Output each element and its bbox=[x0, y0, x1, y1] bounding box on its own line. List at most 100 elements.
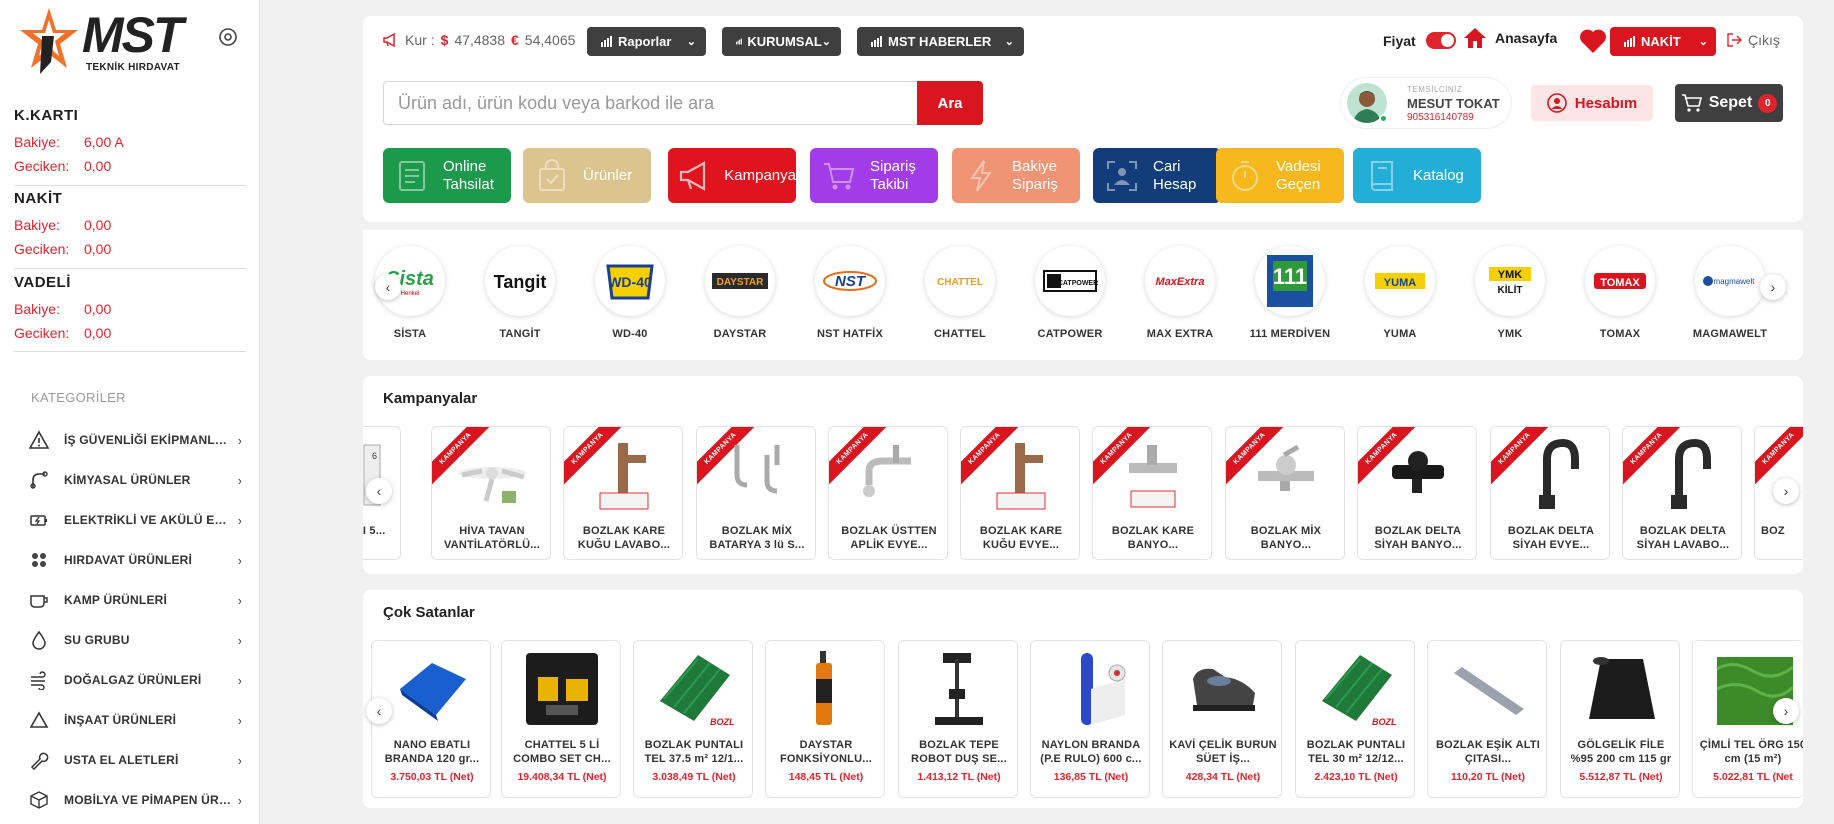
corporate-dropdown[interactable]: KURUMSAL ⌄ bbox=[722, 27, 841, 56]
product-card[interactable]: GÖLGELİK FİLE %95 200 cm 115 gr 5.512,87… bbox=[1560, 640, 1680, 798]
shopping-bag-icon bbox=[533, 157, 571, 195]
cart-count-badge: 0 bbox=[1758, 93, 1778, 113]
product-card[interactable]: KAMPANYA BOZLAK ÜSTTEN APLİK EVYE... bbox=[828, 426, 948, 560]
my-account-button[interactable]: Hesabım bbox=[1531, 85, 1653, 121]
product-name: DAYSTAR FONKSİYONLU... bbox=[779, 739, 873, 765]
bestsellers-prev-arrow[interactable]: ‹ bbox=[366, 698, 392, 724]
divider bbox=[14, 185, 246, 186]
chevron-right-icon: › bbox=[237, 752, 242, 768]
rep-phone: 905316140789 bbox=[1407, 112, 1474, 123]
category-item-is-guvenligi[interactable]: İŞ GÜVENLİĞİ EKİPMANLARI › bbox=[28, 425, 242, 455]
reports-dropdown[interactable]: Raporlar ⌄ bbox=[587, 27, 706, 56]
price-toggle[interactable]: Fiyat bbox=[1383, 32, 1456, 49]
brands-next-arrow[interactable]: › bbox=[1760, 274, 1786, 300]
product-card[interactable]: KAMPANYA BOZLAK DELTA SİYAH BANYO... bbox=[1357, 426, 1477, 560]
logout-link[interactable]: Çıkış bbox=[1726, 32, 1780, 48]
brand-item[interactable]: CATPOWER CATPOWER bbox=[1015, 246, 1125, 340]
brand-item[interactable]: WD-40 WD-40 bbox=[575, 246, 685, 340]
product-name: BOZLAK KARE KUĞU LAVABO... bbox=[577, 525, 671, 551]
overdue-label: Geciken: bbox=[14, 241, 70, 257]
product-card[interactable]: KAMPANYA BOZLAK KARE KUĞU LAVABO... bbox=[563, 426, 683, 560]
brand-logo: MaxExtra bbox=[1145, 246, 1215, 316]
brand-name: CATPOWER bbox=[1037, 328, 1103, 340]
product-card[interactable]: DAYSTAR FONKSİYONLU... 148,45 TL (Net) bbox=[765, 640, 885, 798]
product-card[interactable]: KAMPANYA BOZLAK DELTA SİYAH LAVABO... bbox=[1622, 426, 1742, 560]
category-item-usta-el-aletleri[interactable]: USTA EL ALETLERİ › bbox=[28, 745, 242, 775]
bestsellers-next-arrow[interactable]: › bbox=[1773, 698, 1799, 724]
product-card[interactable]: KAMPANYA BOZLAK MİX BANYO... bbox=[1225, 426, 1345, 560]
representative-card[interactable]: TEMSİLCİNİZ MESUT TOKAT 905316140789 bbox=[1341, 78, 1511, 128]
cart-button[interactable]: Sepet 0 bbox=[1675, 84, 1783, 122]
online-payment-button[interactable]: Online Tahsilat bbox=[383, 148, 511, 203]
catalog-button[interactable]: Katalog bbox=[1353, 148, 1481, 203]
product-image bbox=[849, 435, 929, 515]
campaign-button[interactable]: Kampanya bbox=[668, 148, 796, 203]
product-image bbox=[1581, 649, 1661, 729]
account-title: K.KARTI bbox=[14, 107, 79, 124]
product-card[interactable]: KAMPANYA HİVA TAVAN VANTİLATÖRLÜ... bbox=[431, 426, 551, 560]
brand-item[interactable]: CHATTEL CHATTEL bbox=[905, 246, 1015, 340]
overdue-value: 0,00 bbox=[84, 325, 112, 341]
chevron-down-icon: ⌄ bbox=[821, 36, 831, 48]
category-item-dogalgaz[interactable]: DOĞALGAZ ÜRÜNLERİ › bbox=[28, 665, 242, 695]
brand-logo: DAYSTAR bbox=[705, 246, 775, 316]
product-image bbox=[1378, 435, 1458, 515]
product-card[interactable]: KAVİ ÇELİK BURUN SÜET İŞ... 428,34 TL (N… bbox=[1162, 640, 1282, 798]
category-item-su-grubu[interactable]: SU GRUBU › bbox=[28, 625, 242, 655]
mst-logo[interactable]: MST TEKNİK HIRDAVAT bbox=[20, 6, 190, 76]
product-price: 5.512,87 TL (Net) bbox=[1579, 771, 1663, 783]
overdue-button[interactable]: Vadesi Geçen bbox=[1216, 148, 1344, 203]
kur-label: Kur : bbox=[405, 32, 435, 48]
brand-item[interactable]: YUMA YUMA bbox=[1345, 246, 1455, 340]
chevron-right-icon: › bbox=[237, 432, 242, 448]
brands-prev-arrow[interactable]: ‹ bbox=[375, 274, 401, 300]
brand-item[interactable]: Sista Henkel SİSTA bbox=[355, 246, 465, 340]
settings-circle-icon[interactable] bbox=[218, 27, 238, 47]
chevron-right-icon: › bbox=[237, 792, 242, 808]
product-card[interactable]: BOZLAK EŞİK ALTI ÇITASI... 110,20 TL (Ne… bbox=[1427, 640, 1547, 798]
search-input[interactable]: Ürün adı, ürün kodu veya barkod ile ara bbox=[383, 81, 918, 125]
order-tracking-button[interactable]: Sipariş Takibi bbox=[810, 148, 938, 203]
payment-type-dropdown[interactable]: NAKİT ⌄ bbox=[1610, 27, 1716, 56]
brand-name: TANGİT bbox=[499, 328, 541, 340]
category-item-kamp[interactable]: KAMP ÜRÜNLERİ › bbox=[28, 585, 242, 615]
products-button[interactable]: Ürünler bbox=[523, 148, 651, 203]
favorites-heart-icon[interactable] bbox=[1579, 28, 1607, 54]
brand-logo: YMK KİLİT bbox=[1475, 246, 1545, 316]
balance-order-button[interactable]: Bakiye Sipariş bbox=[952, 148, 1080, 203]
campaigns-prev-arrow[interactable]: ‹ bbox=[366, 478, 392, 504]
brand-item[interactable]: Tangit TANGİT bbox=[465, 246, 575, 340]
brand-item[interactable]: NST NST HATFİX bbox=[795, 246, 905, 340]
section-title: Çok Satanlar bbox=[383, 604, 475, 621]
brand-item[interactable]: TOMAX TOMAX bbox=[1565, 246, 1675, 340]
news-dropdown[interactable]: MST HABERLER ⌄ bbox=[857, 27, 1024, 56]
category-item-hirdavat[interactable]: HIRDAVAT ÜRÜNLERİ › bbox=[28, 545, 242, 575]
category-item-kimyasal[interactable]: KİMYASAL ÜRÜNLER › bbox=[28, 465, 242, 495]
brand-item[interactable]: MaxExtra MAX EXTRA bbox=[1125, 246, 1235, 340]
usd-rate: 47,4838 bbox=[454, 32, 505, 48]
brand-item[interactable]: 111 111 MERDİVEN bbox=[1235, 246, 1345, 340]
current-account-button[interactable]: Cari Hesap bbox=[1093, 148, 1221, 203]
dropdown-label: KURUMSAL bbox=[747, 34, 822, 49]
category-item-insaat[interactable]: İNŞAAT ÜRÜNLERİ › bbox=[28, 705, 242, 735]
product-card[interactable]: BOZLAK BOZLAK PUNTALI TEL 37.5 m² 12/1..… bbox=[633, 640, 753, 798]
product-card[interactable]: BOZLAK TEPE ROBOT DUŞ SE... 1.413,12 TL … bbox=[898, 640, 1018, 798]
product-card[interactable]: CHATTEL 5 Lİ COMBO SET CH... 19.408,34 T… bbox=[501, 640, 621, 798]
category-label: KİMYASAL ÜRÜNLER bbox=[64, 473, 191, 487]
product-card[interactable]: BOZLAK BOZLAK PUNTALI TEL 30 m² 12/12...… bbox=[1295, 640, 1415, 798]
product-card[interactable]: KAMPANYA BOZLAK KARE KUĞU EVYE... bbox=[960, 426, 1080, 560]
search-button[interactable]: Ara bbox=[917, 81, 983, 125]
toggle-switch[interactable] bbox=[1425, 32, 1456, 49]
product-card[interactable]: KAMPANYA BOZLAK DELTA SİYAH EVYE... bbox=[1490, 426, 1610, 560]
brand-item[interactable]: DAYSTAR DAYSTAR bbox=[685, 246, 795, 340]
home-link[interactable]: Anasayfa bbox=[1463, 27, 1557, 49]
campaigns-next-arrow[interactable]: › bbox=[1773, 478, 1799, 504]
category-item-mobilya[interactable]: MOBİLYA VE PİMAPEN ÜRÜ... › bbox=[28, 785, 242, 815]
product-card[interactable]: KAMPANYA BOZLAK MİX BATARYA 3 lü S... bbox=[696, 426, 816, 560]
product-card[interactable]: KAMPANYA BOZLAK KARE BANYO... bbox=[1092, 426, 1212, 560]
logout-icon bbox=[1727, 33, 1742, 47]
product-price: 3.038,49 TL (Net) bbox=[652, 771, 736, 783]
brand-item[interactable]: YMK KİLİT YMK bbox=[1455, 246, 1565, 340]
category-item-elektrikli[interactable]: ELEKTRİKLİ VE AKÜLÜ EL ... › bbox=[28, 505, 242, 535]
product-card[interactable]: NAYLON BRANDA (P.E RULO) 600 c... 136,85… bbox=[1030, 640, 1150, 798]
